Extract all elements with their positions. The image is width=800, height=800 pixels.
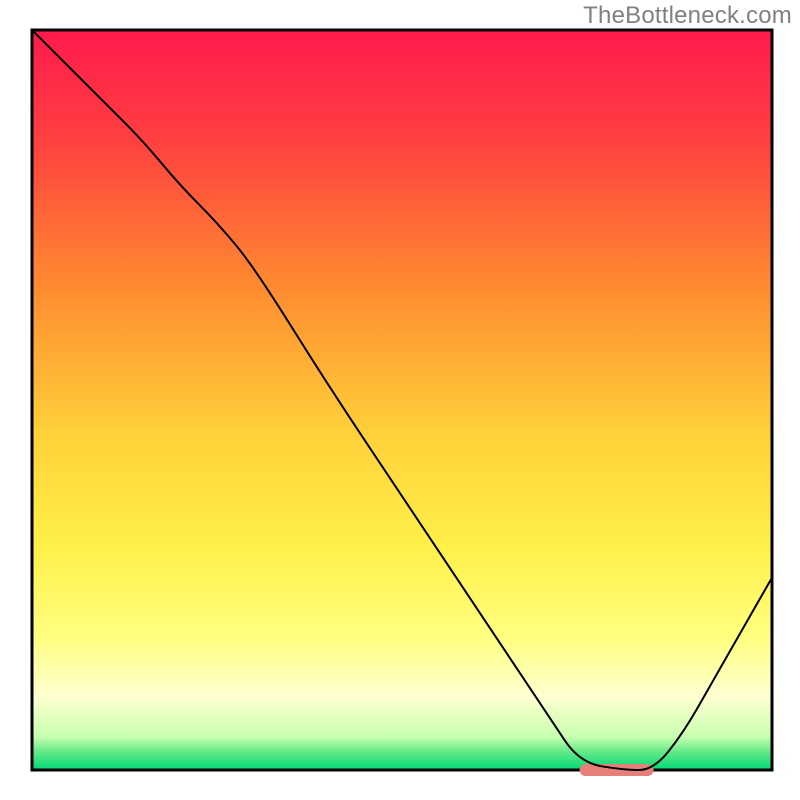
- chart-svg: [0, 0, 800, 800]
- chart-container: TheBottleneck.com: [0, 0, 800, 800]
